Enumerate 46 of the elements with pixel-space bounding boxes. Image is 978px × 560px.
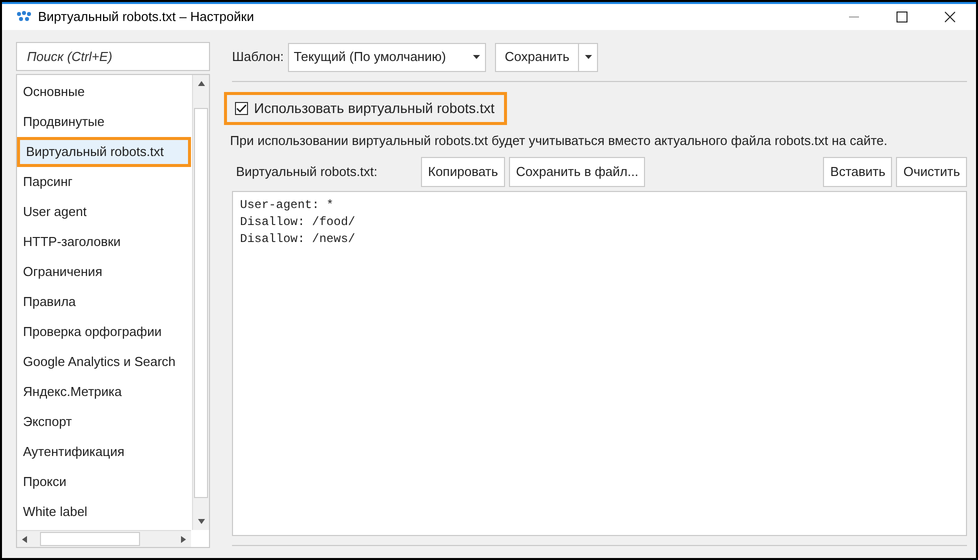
horizontal-scrollbar[interactable] xyxy=(17,530,191,547)
toolbar-button[interactable]: Копировать xyxy=(421,156,505,186)
sidebar-item[interactable]: Google Analytics и Search xyxy=(17,347,191,377)
search-field[interactable]: Поиск (Ctrl+E) xyxy=(16,42,210,71)
code-line: Disallow: /news/ xyxy=(240,230,356,248)
editor-label: Виртуальный robots.txt: xyxy=(236,162,378,181)
toolbar-button[interactable]: Очистить xyxy=(896,156,967,186)
sidebar-item[interactable]: Парсинг xyxy=(17,167,191,197)
sidebar-item[interactable]: Продвинутые xyxy=(17,107,191,137)
save-menu-button[interactable] xyxy=(579,42,598,72)
toolbar-button[interactable]: Вставить xyxy=(823,156,892,186)
scrollbar-thumb[interactable] xyxy=(40,532,140,546)
vertical-scrollbar[interactable] xyxy=(192,75,209,530)
sidebar-item[interactable]: Экспорт xyxy=(17,407,191,437)
description-text: При использовании виртуальный robots.txt будет учитываться вместо актуального файла robots.txt на сайте. xyxy=(229,132,888,150)
scroll-down-icon[interactable] xyxy=(198,519,204,524)
checkbox[interactable] xyxy=(235,102,248,115)
dropdown-caret-icon xyxy=(472,55,480,59)
sidebar-item[interactable]: HTTP-заголовки xyxy=(17,227,191,257)
sidebar-item[interactable]: Прокси xyxy=(17,467,191,497)
sidebar-item[interactable]: User agent xyxy=(17,197,191,227)
sidebar-item[interactable]: Проверка орфографии xyxy=(17,317,191,347)
dropdown-caret-icon xyxy=(584,55,592,59)
toolbar-button[interactable]: Сохранить в файл... xyxy=(509,156,646,186)
window-title: Виртуальный robots.txt – Настройки xyxy=(38,8,254,26)
sidebar-item[interactable]: Виртуальный robots.txt xyxy=(17,137,191,167)
save-button[interactable]: Сохранить xyxy=(494,42,580,72)
app-logo-icon xyxy=(16,10,32,24)
robots-text-editor[interactable]: User-agent: * Disallow: /food/ Disallow: /news/ xyxy=(232,190,967,536)
sidebar-item[interactable]: Яндекс.Метрика xyxy=(17,377,191,407)
sidebar-item[interactable]: Ограничения xyxy=(17,257,191,287)
scrollbar-thumb[interactable] xyxy=(194,108,208,498)
sidebar-item[interactable]: White label xyxy=(17,497,191,527)
checkbox-label[interactable]: Использовать виртуальный robots.txt xyxy=(254,98,494,119)
code-line: Disallow: /food/ xyxy=(240,214,356,230)
template-dropdown[interactable]: Текущий (По умолчанию) xyxy=(288,42,486,72)
scroll-up-icon[interactable] xyxy=(198,81,204,86)
maximize-icon[interactable] xyxy=(896,11,908,23)
sidebar-item[interactable]: Аутентификация xyxy=(17,437,191,467)
sidebar-item[interactable]: Основные xyxy=(17,77,191,107)
code-line: User-agent: * xyxy=(240,196,334,214)
template-label: Шаблон: xyxy=(232,48,284,66)
close-icon[interactable] xyxy=(944,11,956,23)
scroll-left-icon[interactable] xyxy=(22,536,27,542)
sidebar-item[interactable]: Правила xyxy=(17,287,191,317)
scroll-right-icon[interactable] xyxy=(181,536,186,542)
